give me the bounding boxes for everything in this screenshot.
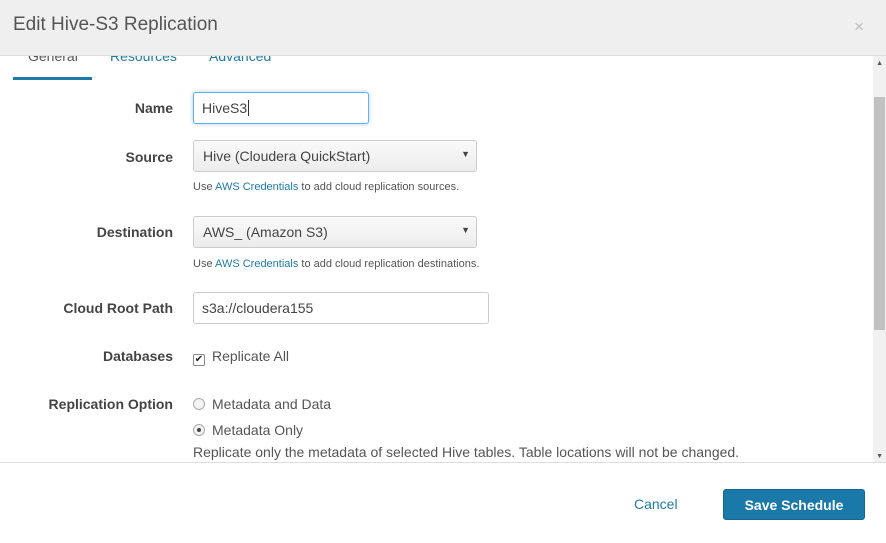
scroll-down-icon[interactable]: ▼ xyxy=(876,453,883,460)
scrollbar-thumb[interactable] xyxy=(874,97,885,330)
radio-selected-icon[interactable] xyxy=(193,424,205,436)
source-select[interactable]: Hive (Cloudera QuickStart) ▼ xyxy=(193,140,477,172)
radio-label: Metadata Only xyxy=(212,422,304,438)
destination-select[interactable]: AWS_ (Amazon S3) ▼ xyxy=(193,216,477,248)
source-label: Source xyxy=(125,149,173,165)
radio-metadata-only[interactable]: Metadata Only xyxy=(193,422,303,438)
databases-label: Databases xyxy=(102,348,173,364)
dialog-title: Edit Hive-S3 Replication xyxy=(13,14,218,35)
replication-option-help: Replicate only the metadata of selected … xyxy=(193,444,740,460)
radio-metadata-and-data[interactable]: Metadata and Data xyxy=(193,396,331,412)
name-input[interactable]: HiveS3 xyxy=(193,92,369,124)
name-label: Name xyxy=(134,100,173,116)
chevron-down-icon: ▼ xyxy=(461,149,470,159)
aws-credentials-link[interactable]: AWS Credentials xyxy=(215,181,298,193)
destination-help: Use AWS Credentials to add cloud replica… xyxy=(193,258,479,270)
scroll-up-icon[interactable]: ▲ xyxy=(876,60,883,67)
cloud-root-path-input[interactable]: s3a://cloudera155 xyxy=(193,292,489,324)
chevron-down-icon: ▼ xyxy=(461,225,470,235)
tab-resources[interactable]: Resources xyxy=(110,56,177,64)
replicate-all-checkbox[interactable]: ✔ Replicate All xyxy=(193,348,289,366)
aws-credentials-link[interactable]: AWS Credentials xyxy=(215,258,298,270)
radio-icon[interactable] xyxy=(193,398,205,410)
close-icon[interactable]: × xyxy=(854,17,864,37)
help-text: Use xyxy=(193,258,213,270)
save-schedule-button[interactable]: Save Schedule xyxy=(723,489,865,520)
cloud-root-path-value: s3a://cloudera155 xyxy=(202,300,314,316)
destination-value: AWS_ (Amazon S3) xyxy=(203,224,328,240)
tab-advanced[interactable]: Advanced xyxy=(209,56,271,64)
destination-label: Destination xyxy=(96,224,173,240)
radio-label: Metadata and Data xyxy=(212,396,332,412)
help-text: to add cloud replication sources. xyxy=(301,181,460,193)
dialog-body: General Resources Advanced Name HiveS3 S… xyxy=(0,56,886,463)
source-help: Use AWS Credentials to add cloud replica… xyxy=(193,181,459,193)
cancel-button[interactable]: Cancel xyxy=(634,496,678,512)
replicate-all-label: Replicate All xyxy=(212,348,290,364)
replication-option-label: Replication Option xyxy=(48,396,173,412)
text-cursor xyxy=(248,100,250,116)
name-value: HiveS3 xyxy=(202,100,248,116)
help-text: to add cloud replication destinations. xyxy=(301,258,480,270)
scrollbar[interactable]: ▲ ▼ xyxy=(873,56,886,462)
checkbox-checked-icon[interactable]: ✔ xyxy=(193,354,205,366)
tab-general[interactable]: General xyxy=(13,56,92,80)
source-value: Hive (Cloudera QuickStart) xyxy=(203,148,371,164)
help-text: Use xyxy=(193,181,213,193)
cloud-root-path-label: Cloud Root Path xyxy=(63,300,173,316)
dialog-header: Edit Hive-S3 Replication × xyxy=(0,0,886,56)
